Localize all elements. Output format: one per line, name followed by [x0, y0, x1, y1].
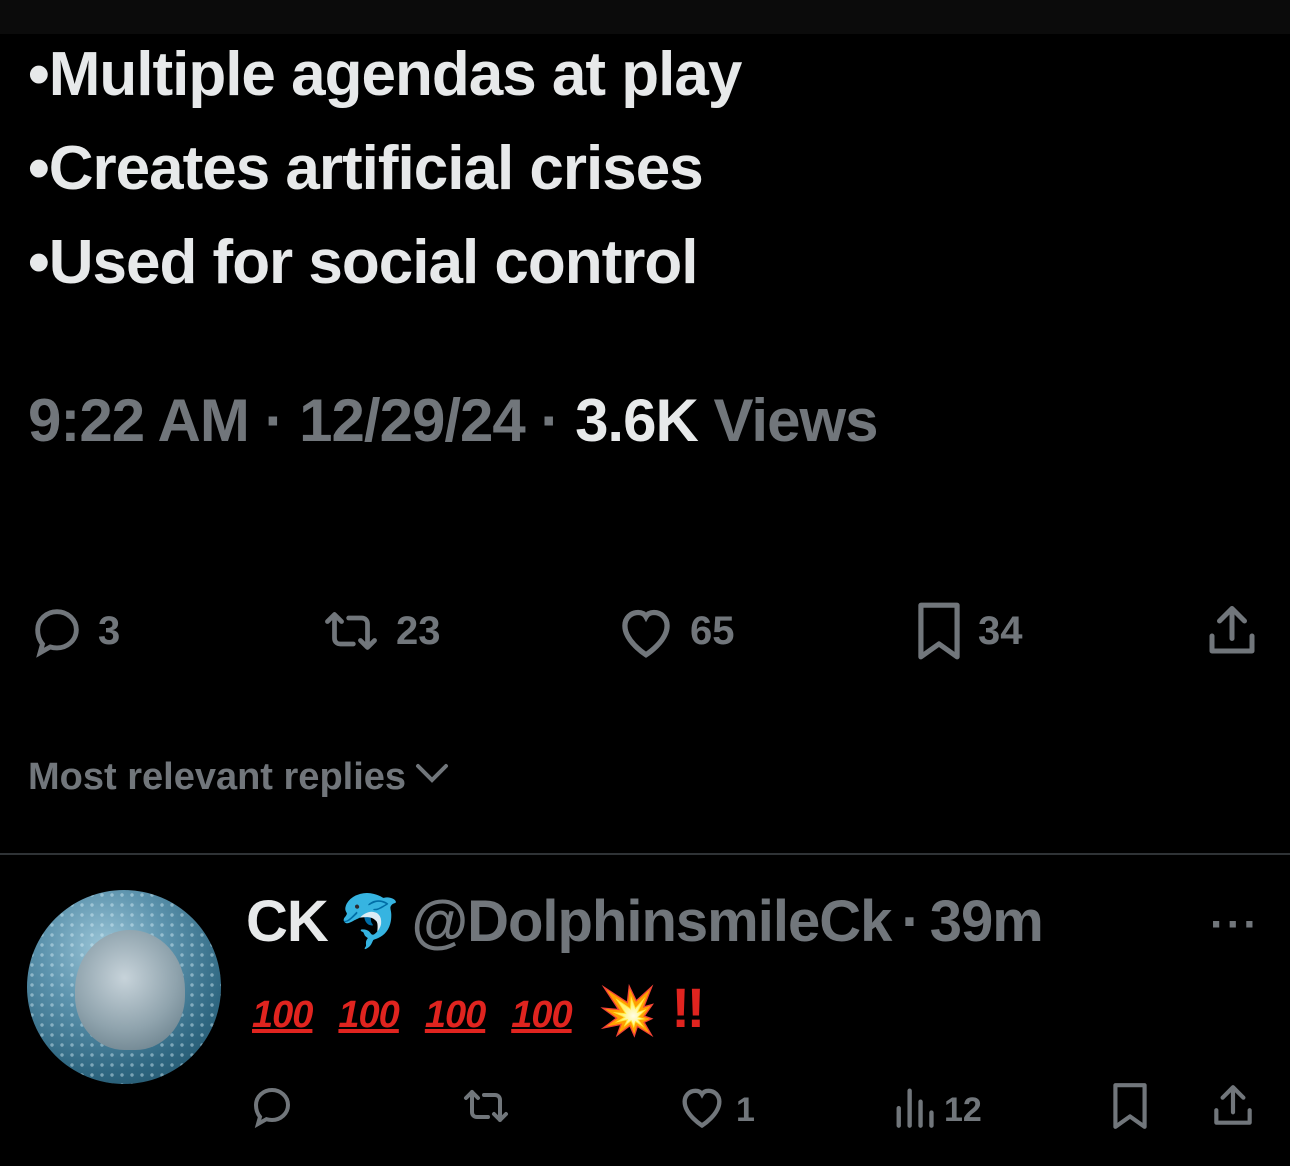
replies-sort-label: Most relevant replies — [28, 756, 407, 798]
repost-icon — [458, 1082, 514, 1139]
reply-reply-button[interactable] — [248, 1080, 296, 1140]
repost-count: 23 — [396, 608, 441, 653]
bookmark-icon — [1108, 1081, 1152, 1140]
like-count: 65 — [690, 608, 735, 653]
repost-icon — [318, 602, 384, 660]
reply-header: CK 🐬 @DolphinsmileCk · 39m — [246, 888, 1044, 955]
analytics-icon — [892, 1082, 936, 1139]
repost-button[interactable]: 23 — [318, 596, 441, 666]
reply-separator: · — [901, 889, 920, 954]
reply-views-button[interactable]: 12 — [892, 1080, 982, 1140]
dolphin-emoji-icon: 🐬 — [337, 893, 403, 951]
double-exclamation-emoji-icon: ‼ — [671, 976, 706, 1039]
hundred-points-emoji-icon: 100 — [252, 994, 313, 1036]
reply-time[interactable]: 39m — [930, 888, 1044, 955]
tweet-actions: 3 23 65 34 — [0, 596, 1290, 666]
reply-like-button[interactable]: 1 — [676, 1080, 755, 1140]
like-button[interactable]: 65 — [614, 596, 735, 666]
share-icon — [1204, 601, 1260, 661]
hundred-points-emoji-icon: 100 — [511, 994, 572, 1036]
views-count[interactable]: 3.6K — [575, 387, 699, 454]
reply-actions: 1 12 — [0, 1080, 1290, 1140]
reply-views-count: 12 — [944, 1090, 982, 1129]
tweet-bullet-1: •Multiple agendas at play — [28, 40, 742, 109]
heart-icon — [676, 1082, 728, 1139]
tweet-body: •Multiple agendas at play •Creates artif… — [28, 28, 742, 310]
tweet-time[interactable]: 9:22 AM — [28, 387, 250, 454]
reply-bookmark-button[interactable] — [1108, 1080, 1152, 1140]
meta-separator: · — [540, 387, 560, 454]
reply-author-name[interactable]: CK — [246, 888, 329, 955]
tweet-bullet-3: •Used for social control — [28, 228, 699, 297]
reply-repost-button[interactable] — [458, 1080, 514, 1140]
meta-separator: · — [264, 387, 285, 454]
reply-author-handle[interactable]: @DolphinsmileCk — [412, 888, 893, 955]
avatar[interactable] — [27, 890, 221, 1084]
more-options-icon[interactable]: ··· — [1210, 900, 1260, 950]
reply-count: 3 — [98, 608, 121, 653]
bookmark-count: 34 — [978, 608, 1023, 653]
reply-button[interactable]: 3 — [28, 596, 120, 666]
reply-like-count: 1 — [736, 1090, 755, 1129]
hundred-points-emoji-icon: 100 — [338, 994, 399, 1036]
share-button[interactable] — [1204, 596, 1260, 666]
heart-icon — [614, 602, 678, 660]
divider — [0, 853, 1290, 855]
chevron-down-icon — [412, 756, 452, 799]
reply-icon — [248, 1082, 296, 1139]
reply-text: 100 100 100 100 💥 ‼ — [252, 975, 705, 1040]
reply-icon — [28, 602, 86, 660]
views-label[interactable]: Views — [713, 387, 878, 454]
tweet-bullet-2: •Creates artificial crises — [28, 134, 704, 203]
hundred-points-emoji-icon: 100 — [424, 994, 486, 1036]
dolphin-image — [75, 930, 185, 1050]
collision-emoji-icon: 💥 — [597, 985, 658, 1038]
share-icon — [1210, 1081, 1256, 1140]
bookmark-button[interactable]: 34 — [912, 596, 1023, 666]
replies-sort-dropdown[interactable]: Most relevant replies — [28, 756, 452, 799]
tweet-date[interactable]: 12/29/24 — [299, 387, 526, 454]
tweet-meta: 9:22 AM · 12/29/24 · 3.6K Views — [28, 386, 879, 455]
bookmark-icon — [912, 600, 966, 662]
reply-share-button[interactable] — [1210, 1080, 1256, 1140]
